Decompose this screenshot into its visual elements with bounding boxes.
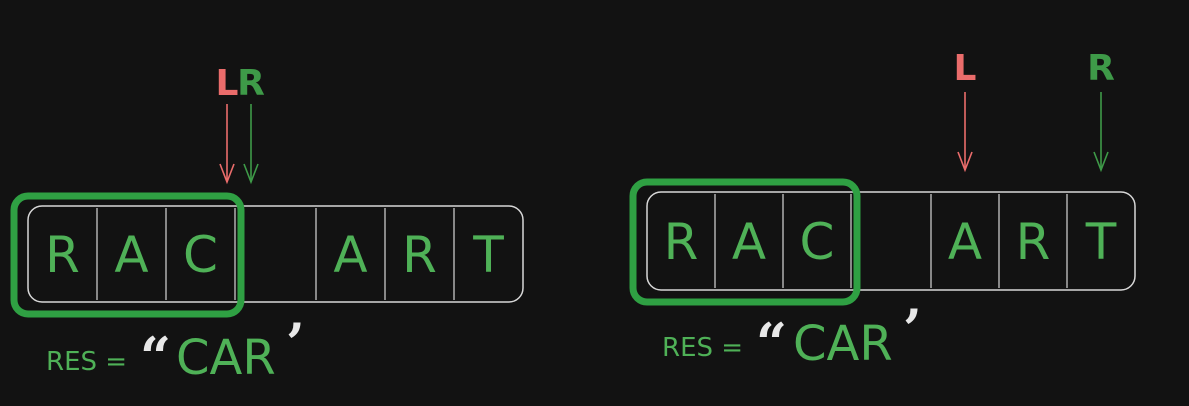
array-cell-0: R (45, 226, 80, 284)
result-label: RES = (46, 347, 127, 377)
array-cell-2: C (800, 213, 835, 271)
result-close-quote: ’ (903, 297, 922, 361)
result-value: CAR (176, 330, 276, 386)
result-label: RES = (662, 333, 743, 363)
array-cell-5: R (1016, 213, 1051, 271)
array-cell-2: C (183, 226, 218, 284)
result-value: CAR (793, 316, 893, 372)
array-box (646, 191, 1136, 291)
result-open-quote: “ (756, 311, 787, 375)
result-close-quote: ’ (286, 311, 305, 375)
array-cell-5: R (402, 226, 437, 284)
array-cell-1: A (114, 226, 148, 284)
array-cell-4: A (333, 226, 367, 284)
right-pointer-label: R (237, 63, 265, 104)
sliding-window-diagram: R A C A R TLRRES = “CAR’ R A C A R TL RRES = “CAR’ (10, 48, 1136, 389)
left-pointer-label: L (216, 63, 239, 104)
array-box (27, 205, 524, 303)
array-cell-6: T (1085, 213, 1117, 271)
panel-1: R A C A R TLRRES = “CAR’ (10, 63, 524, 389)
array-cell-1: A (732, 213, 766, 271)
right-pointer-label: R (1087, 48, 1115, 89)
array-cell-0: R (664, 213, 699, 271)
array-cell-6: T (472, 226, 504, 284)
result-open-quote: “ (140, 325, 171, 389)
left-pointer-label: L (954, 48, 977, 89)
array-cell-4: A (948, 213, 982, 271)
panel-2: R A C A R TL RRES = “CAR’ (629, 48, 1136, 375)
